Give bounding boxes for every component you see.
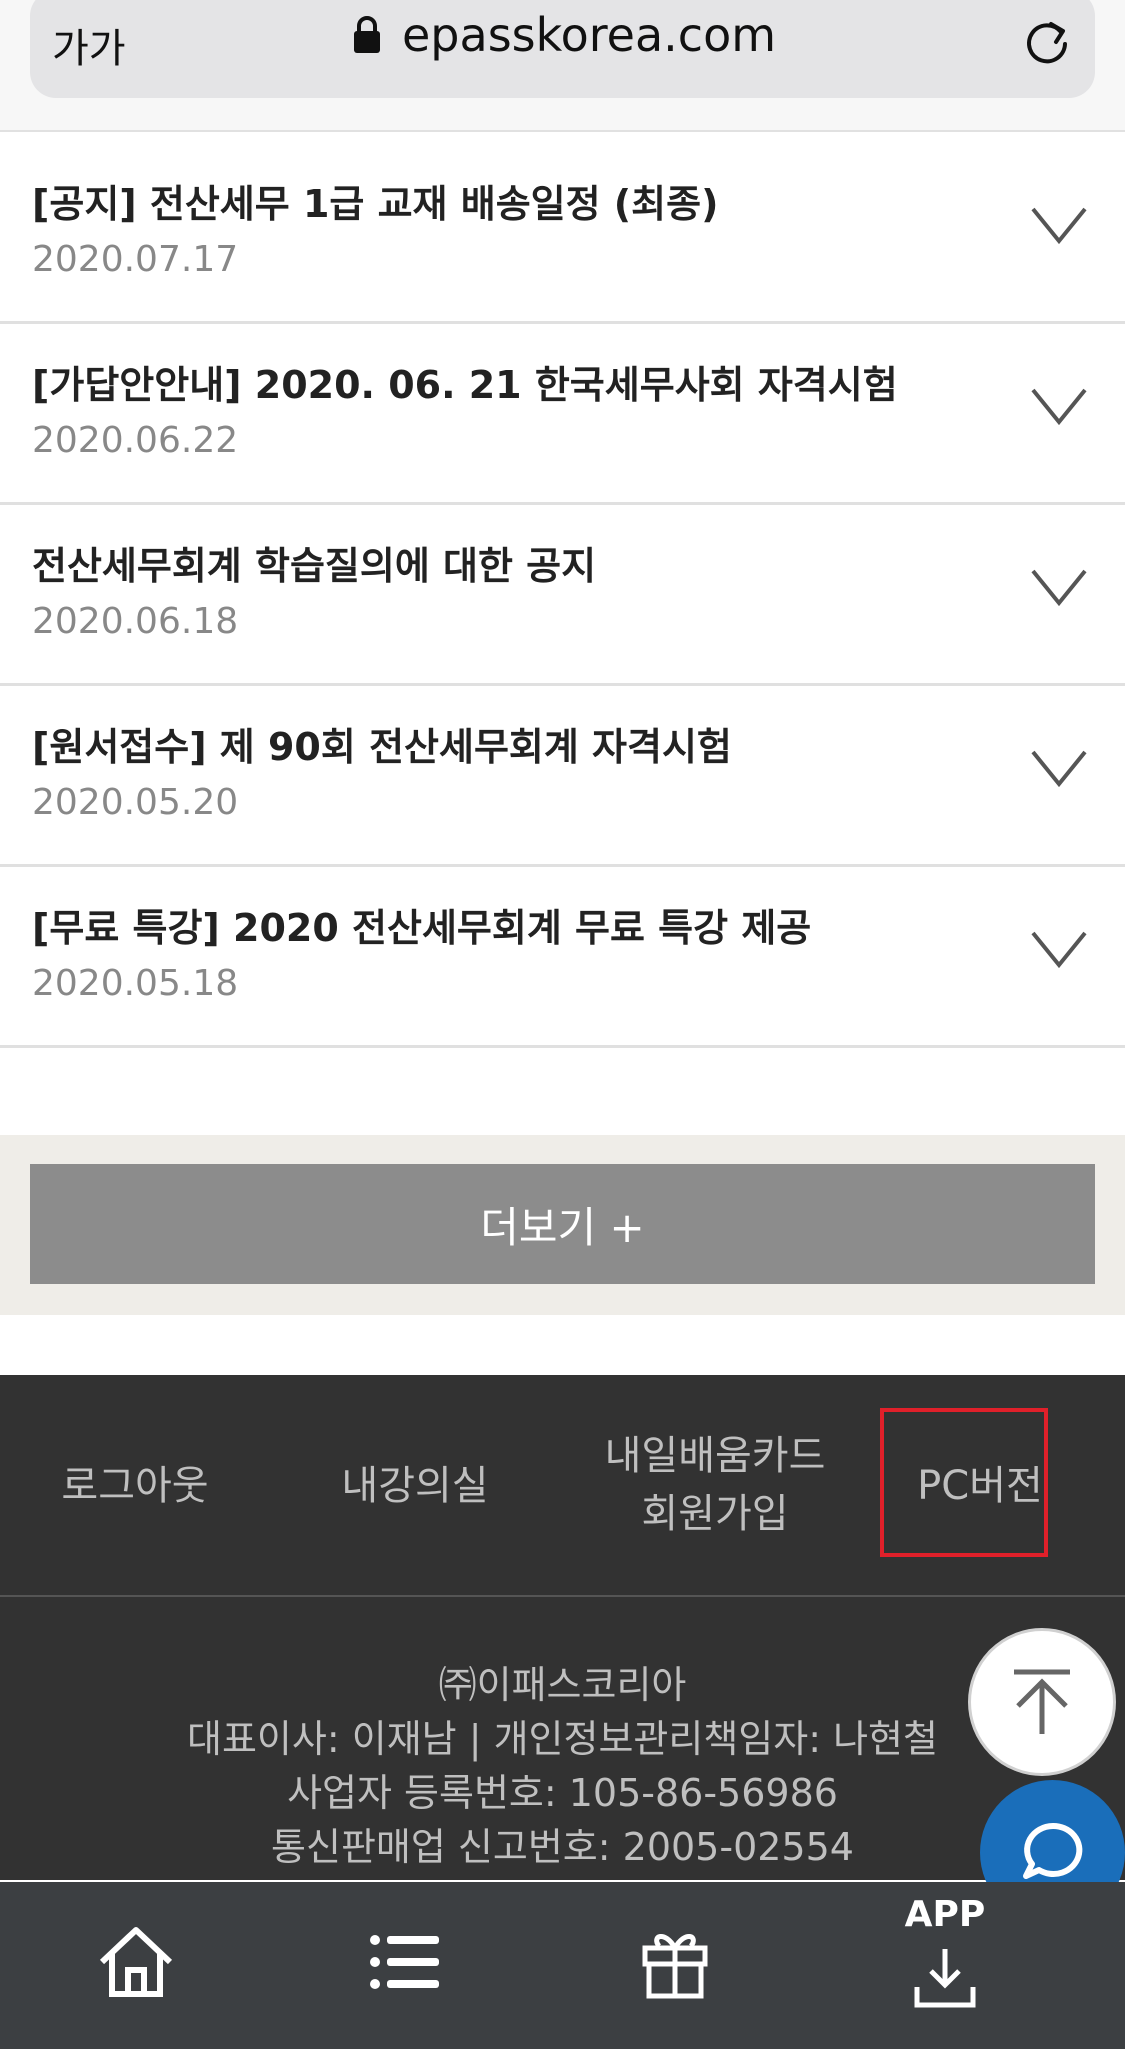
notice-date: 2020.05.20 bbox=[32, 782, 239, 823]
reload-icon[interactable] bbox=[1021, 16, 1073, 68]
app-label: APP bbox=[904, 1894, 986, 1935]
footer: 로그아웃 내강의실 내일배움카드 회원가입 PC버전 ㈜이패스코리아 대표이사:… bbox=[0, 1375, 1125, 1880]
notice-title: [원서접수] 제 90회 전산세무회계 자격시험 bbox=[32, 725, 732, 769]
menu-button[interactable] bbox=[355, 1912, 455, 2012]
notice-title: [가답안안내] 2020. 06. 21 한국세무사회 자격시험 bbox=[32, 363, 898, 407]
notice-date: 2020.06.18 bbox=[32, 601, 239, 642]
notice-item[interactable]: [공지] 전산세무 1급 교재 배송일정 (최종) 2020.07.17 bbox=[0, 143, 1125, 324]
chevron-down-icon[interactable] bbox=[1031, 748, 1087, 788]
notice-title: [무료 특강] 2020 전산세무회계 무료 특강 제공 bbox=[32, 906, 812, 950]
more-button[interactable]: 더보기 + bbox=[30, 1164, 1095, 1284]
lock-icon bbox=[354, 16, 380, 53]
home-button[interactable] bbox=[86, 1912, 186, 2012]
list-menu-icon bbox=[370, 1935, 439, 1989]
url-display[interactable]: epasskorea.com bbox=[352, 8, 776, 62]
notice-date: 2020.05.18 bbox=[32, 963, 239, 1004]
notice-item[interactable]: 전산세무회계 학습질의에 대한 공지 2020.06.18 bbox=[0, 505, 1125, 686]
more-section: 더보기 + bbox=[0, 1135, 1125, 1315]
chat-bubble-icon bbox=[1022, 1822, 1082, 1879]
bottom-nav: APP bbox=[0, 1882, 1125, 2049]
browser-toolbar: 가가 epasskorea.com bbox=[0, 0, 1125, 132]
chevron-down-icon[interactable] bbox=[1031, 567, 1087, 607]
notice-item[interactable]: [원서접수] 제 90회 전산세무회계 자격시험 2020.05.20 bbox=[0, 686, 1125, 867]
app-download-button[interactable]: APP bbox=[895, 1894, 995, 2012]
home-icon bbox=[99, 1927, 173, 1997]
mail-order-registration: 통신판매업 신고번호: 2005-02554 bbox=[271, 1825, 854, 1869]
notice-date: 2020.06.22 bbox=[32, 420, 239, 461]
address-bar[interactable]: 가가 epasskorea.com bbox=[30, 0, 1095, 98]
arrow-up-icon bbox=[1014, 1669, 1070, 1734]
pc-version-highlight bbox=[880, 1408, 1048, 1557]
company-name: ㈜이패스코리아 bbox=[438, 1663, 687, 1707]
chevron-down-icon[interactable] bbox=[1031, 386, 1087, 426]
notice-title: 전산세무회계 학습질의에 대한 공지 bbox=[32, 544, 597, 588]
scroll-top-button[interactable] bbox=[968, 1628, 1116, 1776]
card-signup-line2: 회원가입 bbox=[641, 1491, 789, 1537]
card-signup-line1: 내일배움카드 bbox=[604, 1433, 826, 1479]
notice-date: 2020.07.17 bbox=[32, 239, 239, 280]
gift-icon bbox=[642, 1934, 708, 1999]
footer-nav: 로그아웃 내강의실 내일배움카드 회원가입 PC버전 bbox=[0, 1375, 1125, 1597]
company-info: ㈜이패스코리아 대표이사: 이재남 | 개인정보관리책임자: 나현철 사업자 등… bbox=[0, 1658, 1125, 1874]
app-download-icon bbox=[914, 1949, 976, 2008]
chevron-down-icon[interactable] bbox=[1031, 205, 1087, 245]
business-registration: 사업자 등록번호: 105-86-56986 bbox=[287, 1771, 838, 1815]
notice-item[interactable]: [가답안안내] 2020. 06. 21 한국세무사회 자격시험 2020.06… bbox=[0, 324, 1125, 505]
notice-item[interactable]: [무료 특강] 2020 전산세무회계 무료 특강 제공 2020.05.18 bbox=[0, 867, 1125, 1048]
notice-title: [공지] 전산세무 1급 교재 배송일정 (최종) bbox=[32, 182, 719, 226]
my-classroom-link[interactable]: 내강의실 bbox=[310, 1457, 520, 1515]
chevron-down-icon[interactable] bbox=[1031, 929, 1087, 969]
logout-link[interactable]: 로그아웃 bbox=[30, 1457, 240, 1515]
url-text: epasskorea.com bbox=[402, 8, 777, 62]
text-size-button[interactable]: 가가 bbox=[52, 16, 126, 74]
card-signup-link[interactable]: 내일배움카드 회원가입 bbox=[590, 1427, 840, 1543]
representative-info: 대표이사: 이재남 | 개인정보관리책임자: 나현철 bbox=[187, 1717, 938, 1761]
gift-button[interactable] bbox=[625, 1912, 725, 2012]
notice-list: [공지] 전산세무 1급 교재 배송일정 (최종) 2020.07.17 [가답… bbox=[0, 143, 1125, 1048]
